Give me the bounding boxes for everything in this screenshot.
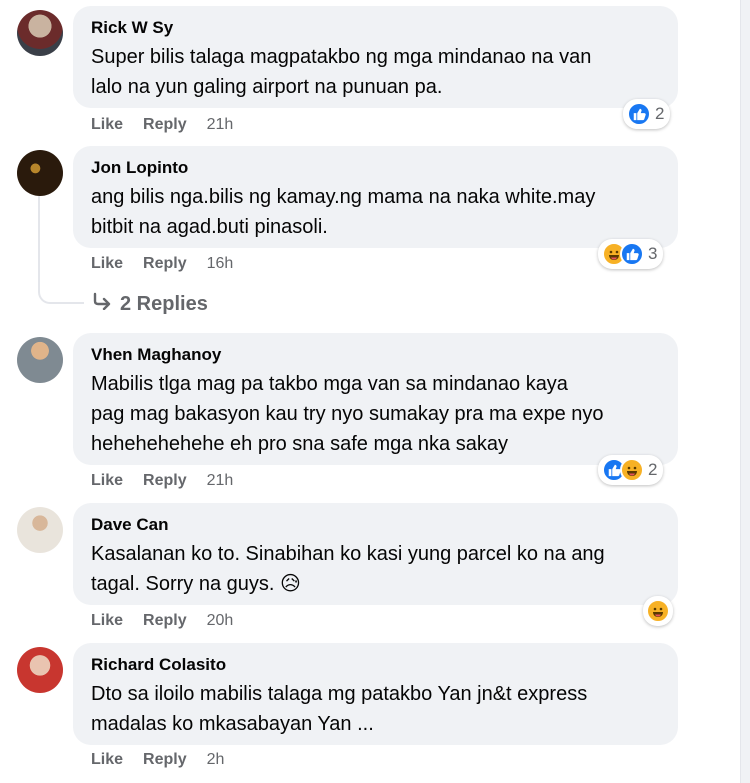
view-replies-button[interactable]: 2 Replies <box>92 292 208 316</box>
comment-actions: Like Reply 21h <box>91 472 233 490</box>
like-button[interactable]: Like <box>91 612 123 630</box>
reaction-count: 2 <box>648 460 658 479</box>
reaction-summary[interactable] <box>643 596 673 626</box>
comment-timestamp[interactable]: 20h <box>207 612 234 630</box>
comment-bubble: Vhen Maghanoy Mabilis tlga mag pa takbo … <box>73 333 678 465</box>
avatar[interactable] <box>17 507 63 553</box>
like-button[interactable]: Like <box>91 472 123 490</box>
like-icon <box>627 102 651 126</box>
comment-author[interactable]: Rick W Sy <box>91 18 658 38</box>
haha-icon <box>620 458 644 482</box>
like-button[interactable]: Like <box>91 116 123 134</box>
comment-actions: Like Reply 2h <box>91 751 224 769</box>
comment-text: Dto sa iloilo mabilis talaga mg patakbo … <box>91 683 588 735</box>
sad-emoji: 😥 <box>280 573 301 595</box>
scrollbar-track[interactable] <box>740 0 750 783</box>
reaction-count: 2 <box>655 104 665 123</box>
comment-actions: Like Reply 21h <box>91 116 233 134</box>
comment-author[interactable]: Richard Colasito <box>91 655 658 675</box>
comment-bubble: Rick W Sy Super bilis talaga magpatakbo … <box>73 6 678 108</box>
avatar[interactable] <box>17 337 63 383</box>
like-button[interactable]: Like <box>91 751 123 769</box>
comment-text: Mabilis tlga mag pa takbo mga van sa min… <box>91 373 604 455</box>
comment-actions: Like Reply 20h <box>91 612 233 630</box>
comment-timestamp[interactable]: 21h <box>207 472 234 490</box>
like-button[interactable]: Like <box>91 255 123 273</box>
comment-text-body: Kasalanan ko to. Sinabihan ko kasi yung … <box>91 543 605 595</box>
like-icon <box>620 242 644 266</box>
replies-label: 2 Replies <box>120 292 208 315</box>
comment-text: Super bilis talaga magpatakbo ng mga min… <box>91 46 592 98</box>
comment-bubble: Dave Can Kasalanan ko to. Sinabihan ko k… <box>73 503 678 605</box>
reply-button[interactable]: Reply <box>143 255 187 273</box>
comment-timestamp[interactable]: 2h <box>207 751 225 769</box>
reaction-summary[interactable]: 2 <box>598 455 664 485</box>
comment-bubble: Jon Lopinto ang bilis nga.bilis ng kamay… <box>73 146 678 248</box>
reaction-summary[interactable]: 3 <box>598 239 664 269</box>
reply-button[interactable]: Reply <box>143 472 187 490</box>
avatar[interactable] <box>17 150 63 196</box>
comment-text: Kasalanan ko to. Sinabihan ko kasi yung … <box>91 539 658 599</box>
comment-author[interactable]: Vhen Maghanoy <box>91 345 658 365</box>
reply-button[interactable]: Reply <box>143 751 187 769</box>
haha-icon <box>646 599 670 623</box>
avatar[interactable] <box>17 10 63 56</box>
reaction-summary[interactable]: 2 <box>623 99 671 129</box>
comment-timestamp[interactable]: 21h <box>207 116 234 134</box>
reply-button[interactable]: Reply <box>143 612 187 630</box>
comment-actions: Like Reply 16h <box>91 255 233 273</box>
comment-bubble: Richard Colasito Dto sa iloilo mabilis t… <box>73 643 678 745</box>
reaction-count: 3 <box>648 244 658 263</box>
comment-author[interactable]: Dave Can <box>91 515 658 535</box>
comment-text: ang bilis nga.bilis ng kamay.ng mama na … <box>91 186 596 238</box>
comment-timestamp[interactable]: 16h <box>207 255 234 273</box>
reply-button[interactable]: Reply <box>143 116 187 134</box>
comment-author[interactable]: Jon Lopinto <box>91 158 658 178</box>
avatar[interactable] <box>17 647 63 693</box>
reply-arrow-icon <box>92 292 112 316</box>
